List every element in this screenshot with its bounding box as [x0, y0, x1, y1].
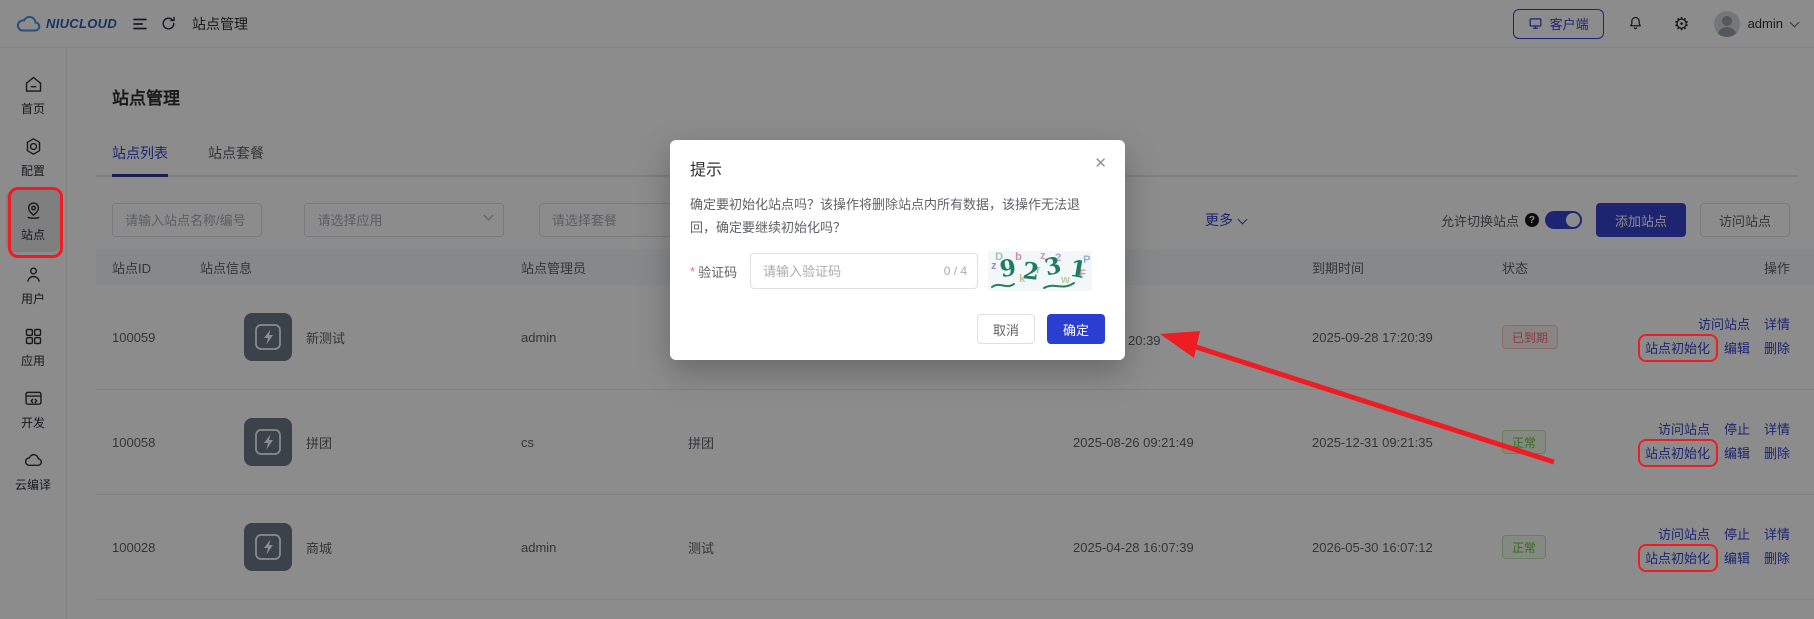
cancel-button[interactable]: 取消 [977, 314, 1035, 344]
captcha-input[interactable] [761, 263, 938, 280]
app-window: NIUCLOUD 站点管理 客户端 ⚙ admin [0, 0, 1814, 619]
dialog-message: 确定要初始化站点吗？该操作将删除站点内所有数据，该操作无法退回，确定要继续初始化… [690, 193, 1105, 239]
required-mark: * [690, 264, 695, 279]
confirm-dialog: 提示 ✕ 确定要初始化站点吗？该操作将删除站点内所有数据，该操作无法退回，确定要… [670, 140, 1125, 360]
close-icon[interactable]: ✕ [1094, 154, 1107, 172]
captcha-input-wrap: 0 / 4 [750, 253, 978, 289]
captcha-row: * 验证码 0 / 4 b z r 2 k F P D w z 9 2 3 1 [690, 251, 1105, 291]
captcha-label: 验证码 [698, 262, 737, 281]
captcha-squiggle [988, 277, 1092, 291]
captcha-image[interactable]: b z r 2 k F P D w z 9 2 3 1 [988, 251, 1092, 291]
captcha-counter: 0 / 4 [944, 264, 967, 278]
confirm-button[interactable]: 确定 [1047, 314, 1105, 344]
dialog-title: 提示 [690, 156, 1105, 180]
